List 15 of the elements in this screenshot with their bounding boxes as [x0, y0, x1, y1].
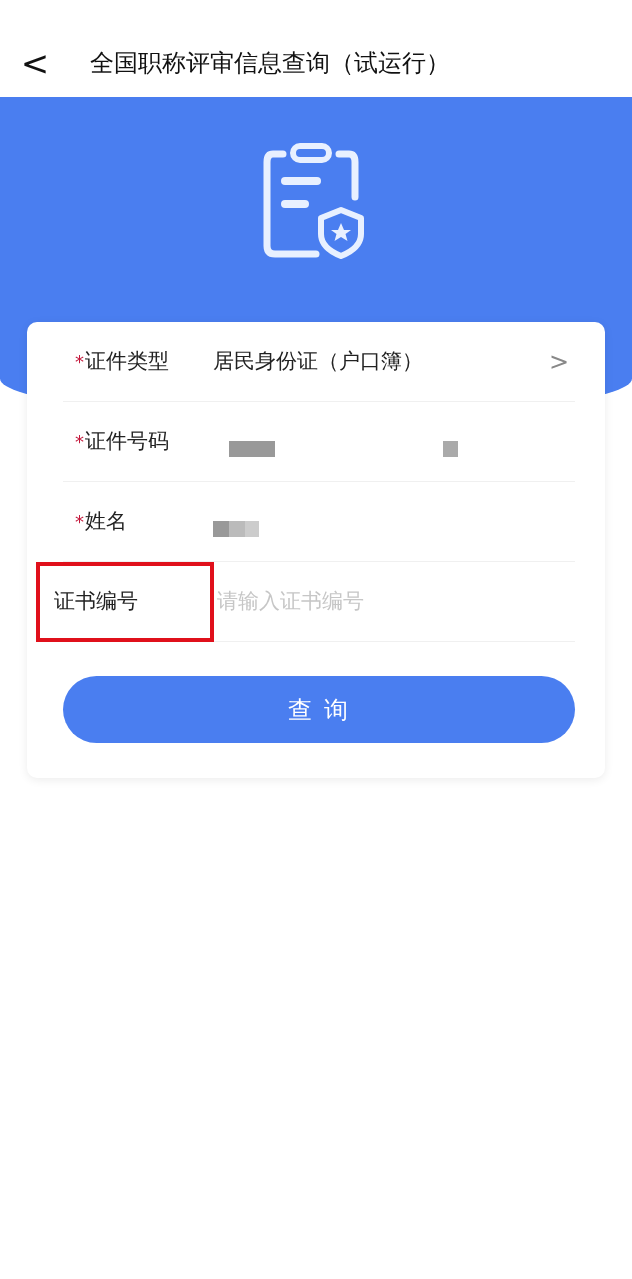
- page-title: 全国职称评审信息查询（试运行）: [90, 47, 450, 79]
- back-button[interactable]: <: [0, 32, 70, 93]
- required-mark: *: [75, 510, 84, 532]
- query-button[interactable]: 查 询: [63, 676, 575, 743]
- field-label: 证件类型: [85, 348, 169, 373]
- field-label: 姓名: [85, 508, 127, 533]
- required-mark: *: [75, 350, 84, 372]
- redacted-value: [443, 440, 458, 457]
- field-label: 证件号码: [85, 428, 169, 453]
- certificate-number-field[interactable]: 请输入证书编号: [217, 585, 575, 618]
- field-value[interactable]: 居民身份证（户口簿）: [213, 345, 543, 378]
- chevron-button[interactable]: >: [542, 342, 575, 381]
- required-mark: *: [75, 430, 84, 452]
- redacted-value: [229, 440, 275, 457]
- redacted-value: [213, 520, 259, 537]
